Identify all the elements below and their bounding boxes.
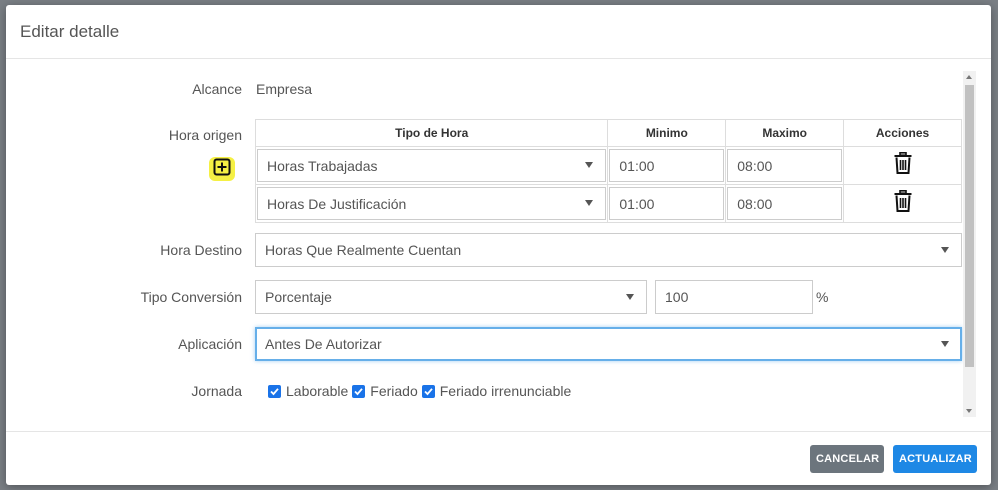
edit-detail-modal: Editar detalle Alcance Empresa Hora orig… [6, 5, 991, 485]
hora-destino-value: Horas Que Realmente Cuentan [265, 242, 462, 258]
delete-row-button[interactable] [844, 185, 961, 222]
minimo-value: 01:00 [619, 195, 655, 212]
caret-down-icon [941, 247, 949, 253]
modal-title: Editar detalle [20, 22, 120, 41]
jornada-label: Jornada [191, 383, 242, 399]
hora-destino-select[interactable]: Horas Que Realmente Cuentan [255, 233, 962, 267]
trash-icon [894, 152, 912, 179]
aplicacion-label: Aplicación [178, 336, 242, 352]
modal-scrollbar[interactable] [963, 71, 976, 417]
minimo-value: 01:00 [619, 157, 655, 174]
aplicacion-select[interactable]: Antes De Autorizar [255, 327, 962, 361]
trash-icon [894, 190, 912, 217]
column-header-acciones: Acciones [843, 119, 962, 147]
scroll-down-icon[interactable] [966, 409, 972, 413]
feriado-label: Feriado [370, 383, 418, 399]
maximo-input[interactable]: 08:00 [727, 149, 843, 182]
table-row: Horas De Justificación 01:00 08:00 [254, 184, 962, 223]
table-row: Horas Trabajadas 01:00 08:00 [254, 146, 962, 185]
percent-unit: % [816, 289, 829, 305]
maximo-value: 08:00 [737, 195, 773, 212]
update-button[interactable]: ACTUALIZAR [893, 445, 977, 473]
column-header-maximo: Maximo [725, 119, 845, 147]
caret-down-icon [585, 162, 594, 168]
column-header-tipo: Tipo de Hora [254, 119, 609, 147]
tipo-conversion-label: Tipo Conversión [140, 289, 242, 305]
conversion-amount-input[interactable]: 100 [655, 280, 813, 314]
minimo-input[interactable]: 01:00 [609, 187, 725, 220]
laborable-checkbox[interactable] [268, 384, 281, 398]
hora-destino-label: Hora Destino [160, 242, 242, 258]
maximo-input[interactable]: 08:00 [727, 187, 843, 220]
plus-square-icon [213, 158, 231, 181]
caret-down-icon [626, 294, 634, 300]
delete-row-button[interactable] [844, 147, 961, 184]
tipo-conversion-select[interactable]: Porcentaje [255, 280, 647, 314]
alcance-value: Empresa [256, 81, 313, 97]
tipo-hora-select[interactable]: Horas De Justificación [257, 187, 607, 220]
feriado-irrenunciable-checkbox[interactable] [421, 384, 435, 398]
modal-footer: CANCELAR ACTUALIZAR [6, 431, 991, 485]
caret-down-icon [941, 341, 949, 347]
conversion-amount-value: 100 [665, 289, 689, 305]
cancel-button[interactable]: CANCELAR [810, 445, 884, 473]
modal-header: Editar detalle [6, 5, 991, 59]
scrollbar-thumb[interactable] [965, 85, 974, 367]
tipo-hora-value: Horas Trabajadas [267, 157, 378, 174]
laborable-label: Laborable [286, 383, 349, 399]
aplicacion-value: Antes De Autorizar [265, 336, 382, 352]
feriado-irrenunciable-label: Feriado irrenunciable [439, 383, 572, 399]
tipo-hora-value: Horas De Justificación [267, 195, 407, 212]
jornada-checkbox-group: Laborable Feriado Feriado irrenunciable [268, 383, 575, 399]
hora-origen-table: Tipo de Hora Minimo Maximo Acciones Hora… [254, 119, 962, 223]
add-row-button[interactable] [209, 157, 235, 181]
alcance-label: Alcance [192, 81, 242, 97]
tipo-conversion-value: Porcentaje [265, 289, 332, 305]
modal-body: Alcance Empresa Hora origen Tipo de Hora… [6, 59, 991, 431]
scroll-up-icon[interactable] [966, 75, 972, 79]
minimo-input[interactable]: 01:00 [609, 149, 725, 182]
column-header-minimo: Minimo [607, 119, 727, 147]
feriado-checkbox[interactable] [352, 384, 366, 398]
tipo-hora-select[interactable]: Horas Trabajadas [257, 149, 607, 182]
maximo-value: 08:00 [737, 157, 773, 174]
hora-origen-label: Hora origen [168, 127, 242, 143]
caret-down-icon [585, 200, 594, 206]
